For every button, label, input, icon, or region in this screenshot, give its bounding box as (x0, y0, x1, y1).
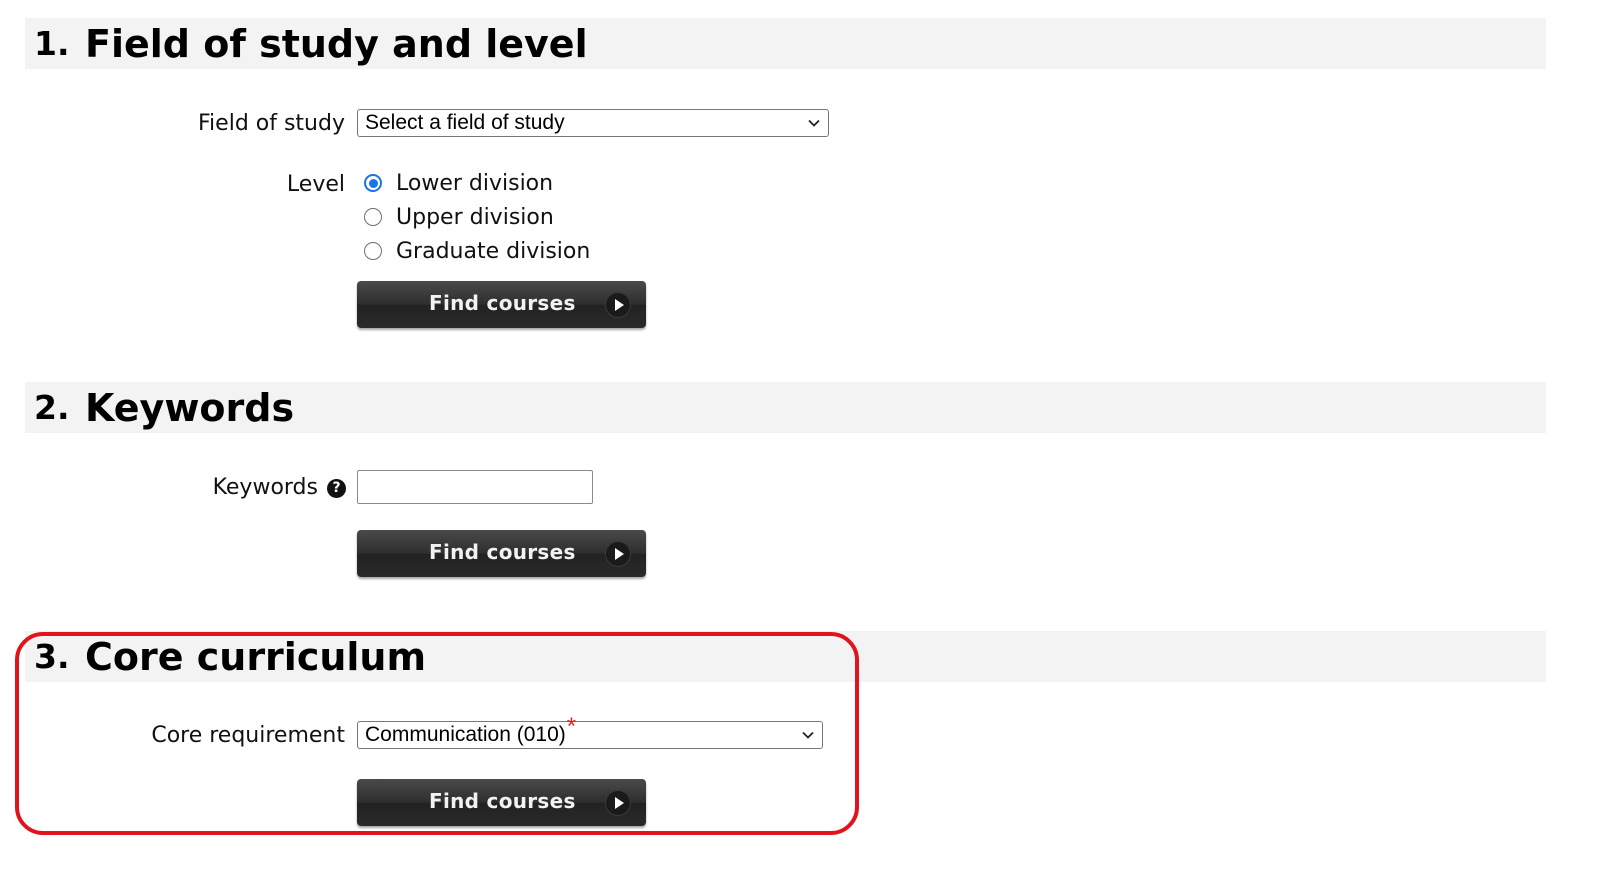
section-number: 2. (34, 388, 70, 427)
keywords-label: Keywords (212, 475, 318, 500)
section-title: Field of study and level (85, 21, 588, 66)
required-asterisk: * (566, 713, 577, 740)
radio-button[interactable] (364, 242, 382, 260)
find-courses-button-keywords[interactable]: Find courses (357, 530, 646, 577)
level-label: Level (286, 172, 345, 197)
radio-label: Upper division (396, 204, 554, 230)
play-arrow-icon (605, 292, 631, 318)
core-requirement-selected-value: Communication (010) (365, 723, 566, 746)
find-courses-button-field[interactable]: Find courses (357, 281, 646, 328)
find-courses-button-core[interactable]: Find courses (357, 779, 646, 826)
chevron-down-icon (808, 119, 820, 127)
field-of-study-select[interactable]: Select a field of study (357, 109, 829, 137)
play-arrow-icon (605, 790, 631, 816)
section-header-keywords: 2. Keywords (25, 382, 1546, 433)
help-icon[interactable]: ? (327, 479, 346, 498)
radio-upper-division[interactable]: Upper division (364, 202, 554, 232)
radio-label: Graduate division (396, 238, 591, 264)
chevron-down-icon (802, 731, 814, 739)
section-title: Core curriculum (85, 634, 427, 679)
section-title: Keywords (85, 385, 295, 430)
button-label: Find courses (429, 540, 576, 564)
field-of-study-label: Field of study (198, 111, 345, 136)
radio-graduate-division[interactable]: Graduate division (364, 236, 590, 266)
section-header-field-of-study: 1. Field of study and level (25, 18, 1546, 69)
radio-label: Lower division (396, 170, 554, 196)
play-arrow-icon (605, 541, 631, 567)
core-requirement-label: Core requirement (151, 723, 345, 748)
radio-button[interactable] (364, 208, 382, 226)
core-requirement-select[interactable]: Communication (010) * (357, 713, 823, 749)
radio-button-checked[interactable] (364, 174, 382, 192)
button-label: Find courses (429, 789, 576, 813)
section-number: 3. (34, 637, 70, 676)
button-label: Find courses (429, 291, 576, 315)
radio-lower-division[interactable]: Lower division (364, 168, 553, 198)
section-header-core-curriculum: 3. Core curriculum (25, 631, 1546, 682)
keywords-input[interactable] (357, 470, 593, 504)
section-number: 1. (34, 24, 70, 63)
field-of-study-selected-value: Select a field of study (365, 111, 565, 134)
